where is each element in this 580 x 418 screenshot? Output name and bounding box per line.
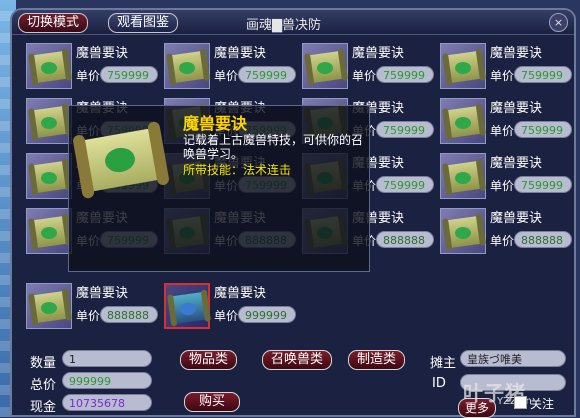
scroll-icon[interactable] <box>26 98 72 144</box>
item-slot[interactable]: 魔兽要诀单价759999 <box>434 40 572 98</box>
scroll-icon[interactable] <box>26 208 72 254</box>
follow-label: 关注 <box>530 397 555 411</box>
price-label: 单价 <box>214 309 239 323</box>
window-title: 画魂▇兽决防 <box>246 18 321 33</box>
quantity-label: 数量 <box>30 356 57 371</box>
title-bar[interactable]: 切换模式 观看图鉴 画魂▇兽决防 × <box>12 10 574 35</box>
price-value: 759999 <box>514 66 572 83</box>
close-button[interactable]: × <box>549 13 568 32</box>
price-value: 888888 <box>376 231 434 248</box>
craft-tab-button[interactable]: 制造类 <box>348 350 406 370</box>
price-value: 759999 <box>376 176 434 193</box>
item-name: 魔兽要诀 <box>214 46 267 61</box>
scroll-icon[interactable] <box>26 283 72 329</box>
cash-value: 10735678 <box>62 394 152 411</box>
price-label: 单价 <box>352 69 377 83</box>
scroll-icon[interactable] <box>164 283 210 329</box>
item-name: 魔兽要诀 <box>490 156 543 171</box>
price-label: 单价 <box>76 309 101 323</box>
item-slot[interactable]: 魔兽要诀单价759999 <box>296 40 434 98</box>
price-value: 759999 <box>238 66 296 83</box>
price-value: 888888 <box>514 231 572 248</box>
price-value: 759999 <box>514 176 572 193</box>
item-name: 魔兽要诀 <box>214 286 267 301</box>
items-tab-button[interactable]: 物品类 <box>180 350 238 370</box>
scroll-icon <box>75 116 171 204</box>
buy-button[interactable]: 购买 <box>184 392 241 412</box>
vendor-name: 皇族づ唯美 <box>460 350 566 367</box>
price-label: 单价 <box>490 124 515 138</box>
item-slot[interactable]: 魔兽要诀单价888888 <box>20 280 158 338</box>
price-label: 单价 <box>490 69 515 83</box>
item-name: 魔兽要诀 <box>352 46 405 61</box>
pets-tab-button[interactable]: 召唤兽类 <box>262 350 333 370</box>
scroll-icon[interactable] <box>26 43 72 89</box>
price-value: 759999 <box>376 121 434 138</box>
item-slot[interactable]: 魔兽要诀单价759999 <box>20 40 158 98</box>
cash-label: 现金 <box>30 400 57 415</box>
price-value: 759999 <box>514 121 572 138</box>
price-value: 759999 <box>100 66 158 83</box>
item-tooltip: 魔兽要诀 记载着上古魔兽特技，可供你的召唤兽学习。 所带技能：法术连击 <box>68 105 370 272</box>
item-name: 魔兽要诀 <box>76 286 129 301</box>
price-label: 单价 <box>76 69 101 83</box>
item-slot[interactable]: 魔兽要诀单价 999999 <box>158 280 296 338</box>
view-catalog-button[interactable]: 观看图鉴 <box>108 13 179 33</box>
price-label: 单价 <box>214 69 239 83</box>
follow-checkbox[interactable] <box>514 396 527 409</box>
id-label: ID <box>432 376 446 391</box>
total-price: 999999 <box>62 372 152 389</box>
item-name: 魔兽要诀 <box>490 46 543 61</box>
price-value: 999999 <box>238 306 296 323</box>
item-name: 魔兽要诀 <box>76 46 129 61</box>
switch-mode-button[interactable]: 切换模式 <box>18 13 89 33</box>
tooltip-description: 记载着上古魔兽特技，可供你的召唤兽学习。 <box>183 133 364 161</box>
item-slot[interactable]: 魔兽要诀单价759999 <box>434 95 572 153</box>
item-slot[interactable]: 魔兽要诀单价888888 <box>434 205 572 263</box>
total-label: 总价 <box>30 378 57 393</box>
scroll-icon[interactable] <box>164 43 210 89</box>
price-label: 单价 <box>490 234 515 248</box>
tooltip-skill: 所带技能：法术连击 <box>183 163 292 177</box>
item-name: 魔兽要诀 <box>490 211 543 226</box>
scroll-icon[interactable] <box>440 208 486 254</box>
scroll-icon[interactable] <box>26 153 72 199</box>
stall-window: 切换模式 观看图鉴 画魂▇兽决防 × 魔兽要诀 单价 759999 魔兽要诀 单价 759… <box>10 8 576 418</box>
price-value: 759999 <box>376 66 434 83</box>
price-label: 单价 <box>490 179 515 193</box>
scroll-icon[interactable] <box>440 98 486 144</box>
item-slot[interactable]: 魔兽要诀单价759999 <box>434 150 572 208</box>
tooltip-title: 魔兽要诀 <box>183 114 248 133</box>
item-name: 魔兽要诀 <box>490 101 543 116</box>
vendor-label: 摊主 <box>430 356 457 371</box>
price-value: 888888 <box>100 306 158 323</box>
quantity-input[interactable]: 1 <box>62 350 152 367</box>
item-slot[interactable]: 魔兽要诀单价759999 <box>158 40 296 98</box>
scroll-icon[interactable] <box>440 43 486 89</box>
scroll-icon[interactable] <box>440 153 486 199</box>
scroll-icon[interactable] <box>302 43 348 89</box>
